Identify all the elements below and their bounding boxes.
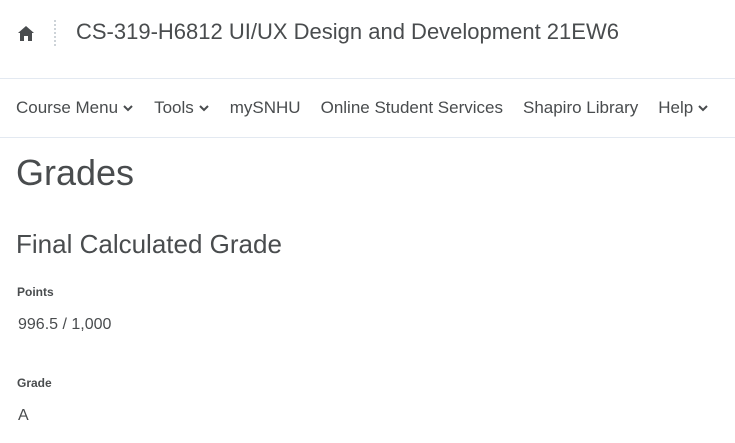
grade-label: Grade: [17, 376, 52, 390]
nav-online-student-services[interactable]: Online Student Services: [321, 98, 503, 118]
page-title: Grades: [16, 152, 135, 193]
grade-value: A: [18, 407, 29, 424]
home-button[interactable]: [16, 23, 36, 43]
section-title: Final Calculated Grade: [16, 229, 282, 259]
nav-mysnhu[interactable]: mySNHU: [230, 98, 301, 118]
header-divider: [54, 20, 56, 46]
nav-help-label: Help: [658, 98, 694, 117]
course-navbar: Course Menu Tools mySNHU Online Student …: [0, 79, 735, 138]
chevron-down-icon: [697, 102, 709, 114]
course-title[interactable]: CS-319-H6812 UI/UX Design and Developmen…: [76, 16, 619, 48]
nav-mysnhu-label: mySNHU: [229, 98, 301, 117]
nav-shapiro-library-label: Shapiro Library: [522, 98, 639, 117]
nav-online-student-services-label: Online Student Services: [320, 98, 503, 117]
points-value: 996.5 / 1,000: [18, 316, 112, 333]
chevron-down-icon: [198, 102, 210, 114]
nav-course-menu-label: Course Menu: [16, 98, 119, 117]
nav-tools[interactable]: Tools: [154, 98, 210, 118]
nav-tools-label: Tools: [154, 98, 194, 117]
points-label: Points: [17, 285, 54, 299]
nav-help[interactable]: Help: [658, 98, 709, 118]
home-icon: [18, 25, 34, 41]
nav-course-menu[interactable]: Course Menu: [16, 98, 134, 118]
course-header: CS-319-H6812 UI/UX Design and Developmen…: [0, 0, 735, 79]
nav-shapiro-library[interactable]: Shapiro Library: [523, 98, 638, 118]
chevron-down-icon: [122, 102, 134, 114]
